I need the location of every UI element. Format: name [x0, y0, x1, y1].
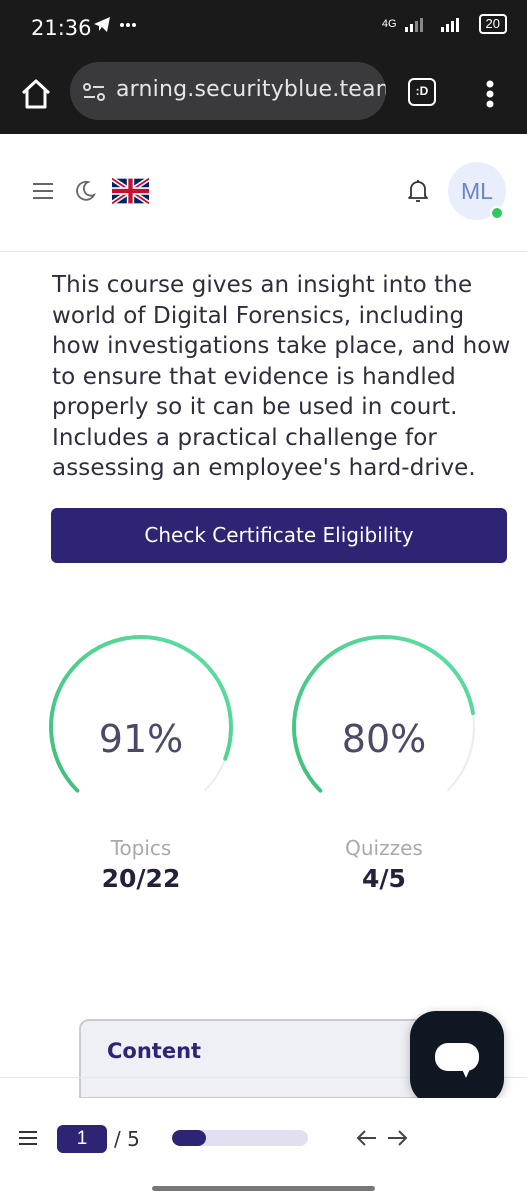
chat-icon	[435, 1043, 479, 1078]
more-vert-icon[interactable]	[478, 76, 502, 112]
quizzes-count: 4/5	[362, 864, 406, 893]
topics-count: 20/22	[101, 864, 181, 893]
battery-indicator: 20	[478, 14, 507, 34]
bell-icon[interactable]	[406, 178, 430, 204]
bottom-navigation: 1 / 5	[0, 1098, 527, 1178]
check-eligibility-button[interactable]: Check Certificate Eligibility	[51, 508, 507, 563]
site-settings-icon[interactable]	[82, 80, 106, 104]
lesson-progress-fill	[172, 1130, 206, 1146]
arrow-right-icon[interactable]	[386, 1128, 408, 1148]
status-indicators: 4G 20	[382, 14, 507, 34]
home-indicator	[152, 1186, 375, 1191]
tabs-icon[interactable]: :D	[408, 78, 436, 106]
course-description: This course gives an insight into the wo…	[52, 272, 511, 481]
topics-gauge-arc	[49, 635, 233, 793]
chat-button[interactable]	[410, 1011, 504, 1105]
browser-toolbar: arning.securityblue.team :D	[0, 56, 527, 134]
topics-percent: 91%	[98, 717, 184, 761]
url-text[interactable]: arning.securityblue.team	[116, 77, 386, 102]
network-type: 4G	[381, 18, 397, 30]
topics-label: Topics	[110, 836, 172, 860]
address-bar[interactable]: arning.securityblue.team	[70, 62, 386, 120]
hamburger-icon[interactable]	[18, 1130, 38, 1146]
app-header: ML	[0, 134, 527, 252]
online-status-dot	[490, 206, 504, 220]
hamburger-icon[interactable]	[32, 182, 54, 200]
uk-flag-icon[interactable]	[112, 178, 149, 204]
quizzes-percent: 80%	[341, 717, 427, 761]
current-page[interactable]: 1	[57, 1125, 107, 1153]
status-time: 21:36	[31, 16, 92, 40]
lesson-progress-bar	[172, 1130, 308, 1146]
content-tab-label: Content	[107, 1039, 202, 1063]
home-icon[interactable]	[18, 76, 54, 112]
arrow-left-icon[interactable]	[356, 1128, 378, 1148]
page-total: / 5	[114, 1127, 140, 1151]
telegram-icon	[92, 14, 138, 42]
signal-icon	[404, 18, 459, 32]
quizzes-gauge-arc	[292, 635, 475, 793]
content-tab[interactable]: Content	[79, 1019, 429, 1099]
moon-icon[interactable]	[74, 180, 96, 202]
quizzes-label: Quizzes	[345, 836, 423, 860]
status-bar: 21:36 4G 20	[0, 0, 527, 56]
